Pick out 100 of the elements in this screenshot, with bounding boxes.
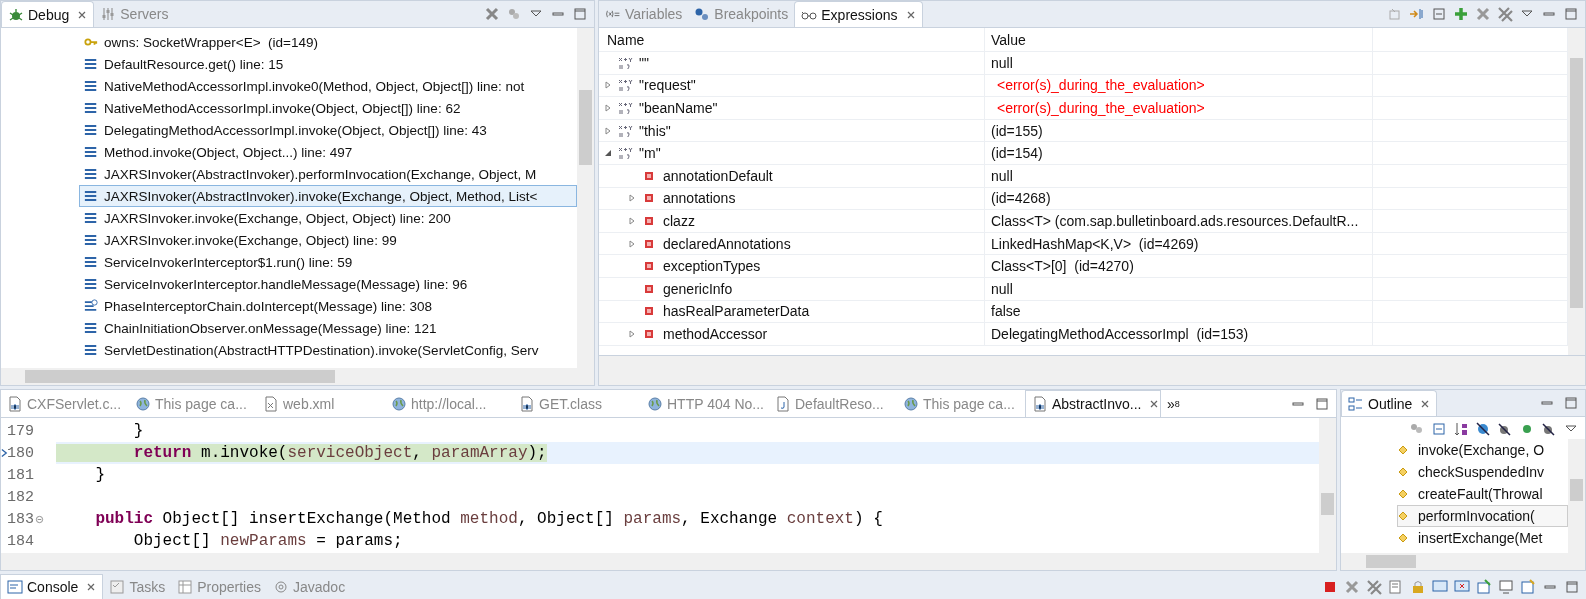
hide-fields-icon[interactable] [1475,421,1491,437]
outline-item[interactable]: createFault(Throwal [1397,483,1568,505]
monitor-icon[interactable] [1498,578,1514,595]
scrollbar[interactable] [1319,418,1336,553]
code-line: public Object[] insertExchange(Method method, Object[] params, Exchange context) { [94,510,883,528]
stack-frame[interactable]: PhaseInterceptorChain.doIntercept(Message) line: 308 [79,295,577,317]
collapse-arrow-icon[interactable] [603,148,613,159]
stack-frame[interactable]: owns: SocketWrapper<E> (id=149) [79,31,577,53]
stack-frame[interactable]: Method.invoke(Object, Object...) line: 497 [79,141,577,163]
scrollbar[interactable] [1,553,1336,570]
show-output-icon[interactable] [1432,578,1448,595]
link-arrow-icon[interactable] [1409,6,1425,22]
stack-frame[interactable]: JAXRSInvoker.invoke(Exchange, Object, Object) line: 200 [79,207,577,229]
scrollbar[interactable] [1568,439,1585,553]
stack-frame-icon [84,211,98,225]
stack-frame[interactable]: ChainInitiationObserver.onMessage(Message) line: 121 [79,317,577,339]
expand-arrow-icon[interactable] [627,328,637,339]
stack-frame[interactable]: JAXRSInvoker.invoke(Exchange, Object) line: 99 [79,229,577,251]
close-icon[interactable] [905,9,916,20]
collapse-all-icon[interactable] [1431,6,1447,22]
method-icon [1398,445,1408,455]
collapse-all-icon[interactable] [1431,421,1447,437]
view-tab[interactable]: Outline [1341,390,1438,416]
stack-frame[interactable]: NativeMethodAccessorImpl.invoke(Object, Object[]) line: 62 [79,97,577,119]
editor-tab[interactable]: HTTP 404 No... [641,390,769,417]
scrollbar[interactable] [1,368,594,385]
scrollbar[interactable] [577,28,594,368]
editor-tab[interactable]: CXFServlet.c... [1,390,129,417]
show-error-icon[interactable] [1454,578,1470,595]
stack-frame-icon [84,189,98,203]
editor-tab[interactable]: web.xml [257,390,385,417]
stack-frame[interactable]: DefaultResource.get() line: 15 [79,53,577,75]
expression-name: "beanName" [639,100,718,116]
expand-arrow-icon[interactable] [627,193,637,204]
stack-frame[interactable]: JAXRSInvoker(AbstractInvoker).performInvocation(Exchange, Object, M [79,163,577,185]
stack-icon[interactable] [506,6,522,22]
editor-tab[interactable]: DefaultReso... [769,390,897,417]
expand-arrow-icon[interactable] [603,103,613,113]
outline-item[interactable]: insertExchange(Met [1397,527,1568,549]
line-number: 181 [6,466,34,484]
stack-frame[interactable]: JAXRSInvoker(AbstractInvoker).invoke(Exchange, Object, Method, List< [79,185,577,207]
expand-arrow-icon[interactable] [627,238,637,249]
maximize-icon[interactable] [1563,395,1579,411]
column-header[interactable]: Value [985,28,1373,51]
view-tab[interactable]: Console [0,574,104,599]
remove-all-icon[interactable] [1366,578,1382,595]
clear-console-icon[interactable] [1388,578,1404,595]
expression-value: <error(s)_during_the_evaluation> [996,77,1205,94]
maximize-icon[interactable] [1563,6,1579,22]
pin-icon[interactable] [1476,578,1492,595]
editor-tab[interactable]: http://local... [385,390,513,417]
expand-arrow-icon[interactable] [603,80,613,91]
maximize-icon[interactable] [572,6,588,22]
remove-all-icon[interactable] [484,6,500,22]
sort-icon[interactable] [1453,421,1469,437]
add-icon[interactable] [1453,6,1469,22]
scrollbar[interactable] [1341,553,1585,570]
method-icon [1398,511,1408,521]
close-icon[interactable] [86,582,97,592]
class-file-icon [1032,396,1048,412]
outline-item[interactable]: invoke(Exchange, O [1397,439,1568,461]
remove-all-icon[interactable] [1497,6,1513,22]
expression-name: "" [639,54,649,71]
console-icon [7,579,23,595]
editor-tab[interactable]: This page ca... [129,390,257,417]
outline-item[interactable]: performInvocation( [1397,505,1568,527]
remove-icon[interactable] [1475,6,1491,22]
view-tab[interactable]: Expressions [794,1,923,27]
scrollbar[interactable] [1568,28,1585,355]
expand-arrow-icon[interactable] [627,215,637,226]
close-icon[interactable] [1420,398,1431,409]
close-icon[interactable] [77,9,88,20]
expand-arrow-icon[interactable] [603,125,613,136]
maximize-icon[interactable] [1314,395,1330,412]
stack-frame-icon [84,233,98,247]
fold-icon[interactable] [35,514,44,524]
properties-icon [177,578,194,595]
close-icon[interactable] [1149,399,1160,409]
stack-frame[interactable]: ServletDestination(AbstractHTTPDestination).invoke(ServletConfig, Serv [79,339,577,361]
view-tab[interactable]: Debug [1,1,95,27]
line-number: 179 [6,422,34,440]
hide-static-icon[interactable] [1497,421,1513,437]
lock-icon[interactable] [1410,578,1426,595]
expression-name: methodAccessor [663,325,768,342]
editor-tab[interactable]: AbstractInvo... [1025,390,1161,417]
stack-frame[interactable]: ServiceInvokerInterceptor$1.run() line: 59 [79,251,577,273]
new-console-icon[interactable] [1520,578,1536,595]
stack-frame[interactable]: NativeMethodAccessorImpl.invoke0(Method, Object, Object[]) line: not [79,75,577,97]
collapse-icon[interactable] [1387,6,1403,22]
editor-tab[interactable]: This page ca... [897,390,1025,417]
stack-frame[interactable]: DelegatingMethodAccessorImpl.invoke(Object, Object[]) line: 43 [79,119,577,141]
editor-tab[interactable]: GET.class [513,390,641,417]
stack-frame[interactable]: ServiceInvokerInterceptor.handleMessage(Message) line: 96 [79,273,577,295]
column-header[interactable]: Name [599,28,985,51]
expression-name: clazz [663,212,695,229]
outline-item[interactable]: checkSuspendedInv [1397,461,1568,483]
maximize-icon[interactable] [1564,578,1580,595]
remove-icon[interactable] [1344,578,1360,595]
hide-local-icon[interactable] [1541,421,1557,437]
frame-clock-icon [84,299,98,313]
